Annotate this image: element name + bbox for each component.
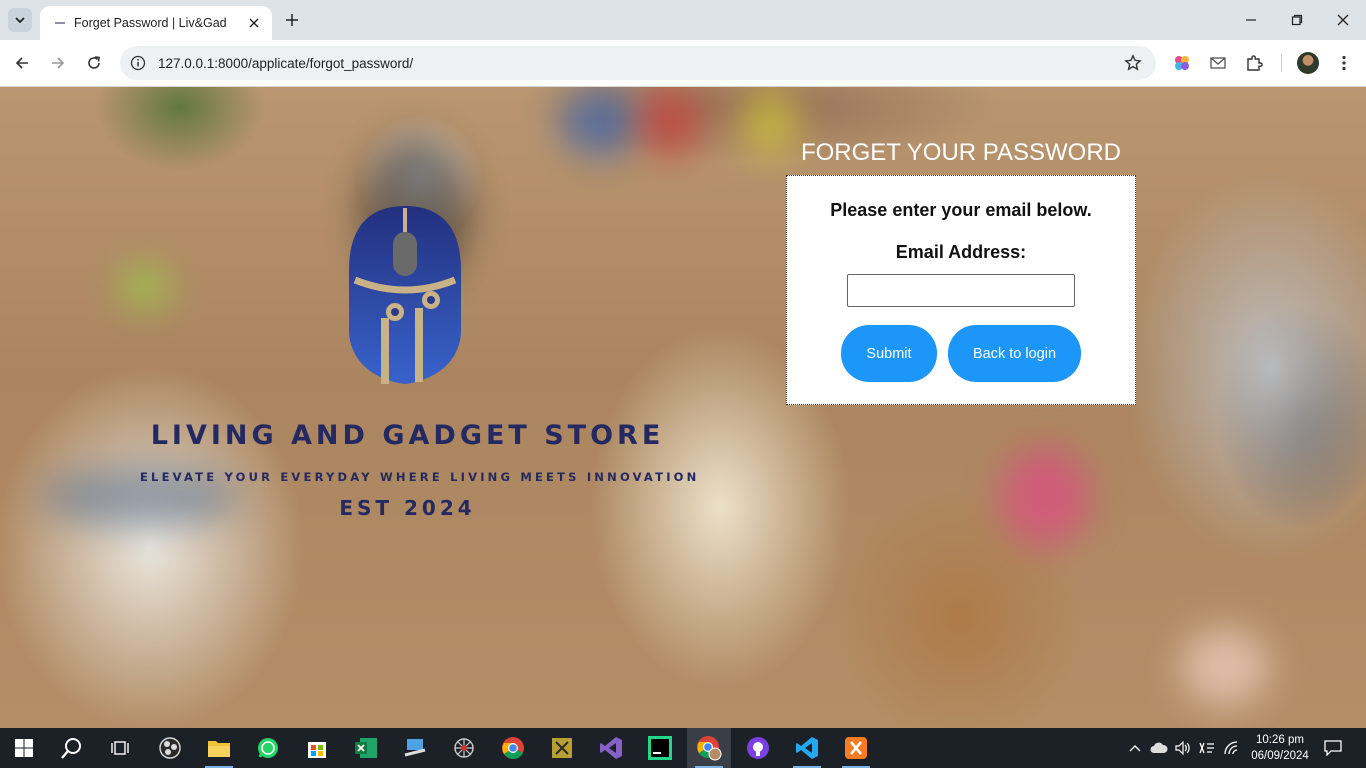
xampp-icon bbox=[845, 737, 867, 759]
taskbar-app-whatsapp[interactable] bbox=[246, 728, 290, 768]
restore-button[interactable] bbox=[1284, 8, 1310, 32]
onedrive-cloud-icon[interactable] bbox=[1150, 739, 1168, 757]
page-title: FORGET YOUR PASSWORD bbox=[800, 139, 1122, 166]
extensions-puzzle-icon[interactable] bbox=[1244, 53, 1264, 73]
bg-blur-shape bbox=[560, 87, 640, 157]
brand-name: LIVING AND GADGET STORE bbox=[150, 420, 665, 451]
notification-center-icon[interactable] bbox=[1324, 739, 1342, 757]
menu-kebab-icon[interactable] bbox=[1334, 53, 1354, 73]
chevron-down-icon bbox=[15, 17, 25, 24]
forgot-password-form: Please enter your email below. Email Add… bbox=[786, 175, 1136, 405]
obs-icon bbox=[159, 737, 181, 759]
tab-title: Forget Password | Liv&Gad bbox=[74, 16, 227, 30]
taskbar-app-xampp[interactable] bbox=[834, 728, 878, 768]
volume-icon[interactable] bbox=[1174, 739, 1192, 757]
favicon-icon bbox=[55, 22, 65, 24]
reload-icon bbox=[88, 56, 100, 69]
tab-search-button[interactable] bbox=[8, 8, 32, 32]
computer-mouse-icon bbox=[349, 206, 461, 384]
bookmark-star-icon[interactable] bbox=[1124, 54, 1142, 72]
new-tab-button[interactable] bbox=[282, 10, 302, 30]
tab-strip: Forget Password | Liv&Gad bbox=[0, 0, 1366, 40]
taskbar-app-network[interactable] bbox=[393, 728, 437, 768]
pycharm-icon bbox=[648, 736, 672, 760]
plus-icon bbox=[286, 14, 298, 26]
page-background: LIVING AND GADGET STORE ELEVATE YOUR EVE… bbox=[0, 87, 1366, 728]
chrome-profile-icon bbox=[697, 736, 722, 761]
task-view-button[interactable] bbox=[98, 728, 142, 768]
search-button[interactable] bbox=[50, 728, 94, 768]
clock-time: 10:26 pm bbox=[1256, 734, 1304, 746]
browser-tab[interactable]: Forget Password | Liv&Gad bbox=[40, 6, 272, 40]
windows-taskbar: 10:26 pm 06/09/2024 bbox=[0, 728, 1366, 768]
mail-extension-icon[interactable] bbox=[1208, 53, 1228, 73]
taskbar-app-chrome[interactable] bbox=[491, 728, 535, 768]
search-icon bbox=[61, 738, 81, 759]
url-text[interactable]: 127.0.0.1:8000/applicate/forgot_password… bbox=[158, 56, 1124, 71]
taskbar-app-vscode[interactable] bbox=[785, 728, 829, 768]
back-button[interactable] bbox=[10, 51, 34, 75]
taskbar-app-tool[interactable] bbox=[540, 728, 584, 768]
wifi-icon[interactable] bbox=[1222, 739, 1240, 757]
address-bar[interactable]: 127.0.0.1:8000/applicate/forgot_password… bbox=[120, 46, 1156, 80]
excel-icon bbox=[355, 738, 377, 758]
taskbar-app-pycharm[interactable] bbox=[638, 728, 682, 768]
github-icon bbox=[747, 737, 769, 759]
email-field[interactable] bbox=[847, 274, 1075, 307]
taskbar-app-github[interactable] bbox=[736, 728, 780, 768]
minimize-icon bbox=[1246, 19, 1256, 21]
submit-button[interactable]: Submit bbox=[841, 325, 937, 382]
profile-avatar[interactable] bbox=[1297, 52, 1319, 74]
spider-icon bbox=[454, 738, 474, 758]
network-tool-icon bbox=[404, 739, 426, 757]
forward-button[interactable] bbox=[46, 51, 70, 75]
store-icon bbox=[308, 742, 326, 758]
tray-overflow-chevron-icon[interactable] bbox=[1126, 739, 1144, 757]
restore-icon bbox=[1291, 14, 1303, 26]
folder-icon bbox=[208, 741, 230, 757]
taskbar-app-spider[interactable] bbox=[442, 728, 486, 768]
taskbar-app-file-explorer[interactable] bbox=[197, 728, 241, 768]
vscode-icon bbox=[796, 737, 818, 759]
browser-toolbar: 127.0.0.1:8000/applicate/forgot_password… bbox=[0, 40, 1366, 87]
taskbar-app-store[interactable] bbox=[295, 728, 339, 768]
start-button[interactable] bbox=[2, 728, 46, 768]
toolbar-separator bbox=[1281, 54, 1282, 72]
chrome-icon bbox=[502, 737, 524, 759]
brand-established: EST 2024 bbox=[339, 496, 476, 520]
whatsapp-icon bbox=[258, 738, 278, 758]
back-to-login-button[interactable]: Back to login bbox=[948, 325, 1081, 382]
reload-button[interactable] bbox=[82, 51, 106, 75]
tool-app-icon bbox=[552, 738, 572, 758]
brand-tagline: ELEVATE YOUR EVERYDAY WHERE LIVING MEETS… bbox=[140, 470, 700, 484]
taskbar-app-obs[interactable] bbox=[148, 728, 192, 768]
visual-studio-icon bbox=[600, 737, 622, 759]
bg-blur-shape bbox=[640, 87, 700, 157]
system-clock[interactable]: 10:26 pm 06/09/2024 bbox=[1242, 732, 1318, 764]
taskbar-app-excel[interactable] bbox=[344, 728, 388, 768]
taskbar-app-visual-studio[interactable] bbox=[589, 728, 633, 768]
site-info-icon[interactable] bbox=[130, 55, 146, 71]
arrow-right-icon bbox=[52, 57, 65, 69]
bg-blur-shape bbox=[1000, 447, 1090, 547]
windows-logo-icon bbox=[15, 739, 33, 757]
clock-date: 06/09/2024 bbox=[1251, 750, 1309, 762]
close-window-button[interactable] bbox=[1330, 8, 1356, 32]
taskbar-app-chrome-profile[interactable] bbox=[687, 728, 731, 768]
bg-blur-shape bbox=[120, 267, 170, 307]
close-icon bbox=[1337, 14, 1349, 26]
arrow-left-icon bbox=[15, 57, 28, 69]
email-label: Email Address: bbox=[895, 242, 1027, 262]
color-extension-icon[interactable] bbox=[1172, 53, 1192, 73]
minimize-button[interactable] bbox=[1238, 8, 1264, 32]
instruction-text: Please enter your email below. bbox=[830, 200, 1092, 220]
input-language-icon[interactable] bbox=[1198, 739, 1216, 757]
task-view-icon bbox=[111, 741, 129, 755]
tab-close-icon[interactable] bbox=[246, 15, 262, 31]
bg-blur-shape bbox=[1180, 627, 1270, 707]
